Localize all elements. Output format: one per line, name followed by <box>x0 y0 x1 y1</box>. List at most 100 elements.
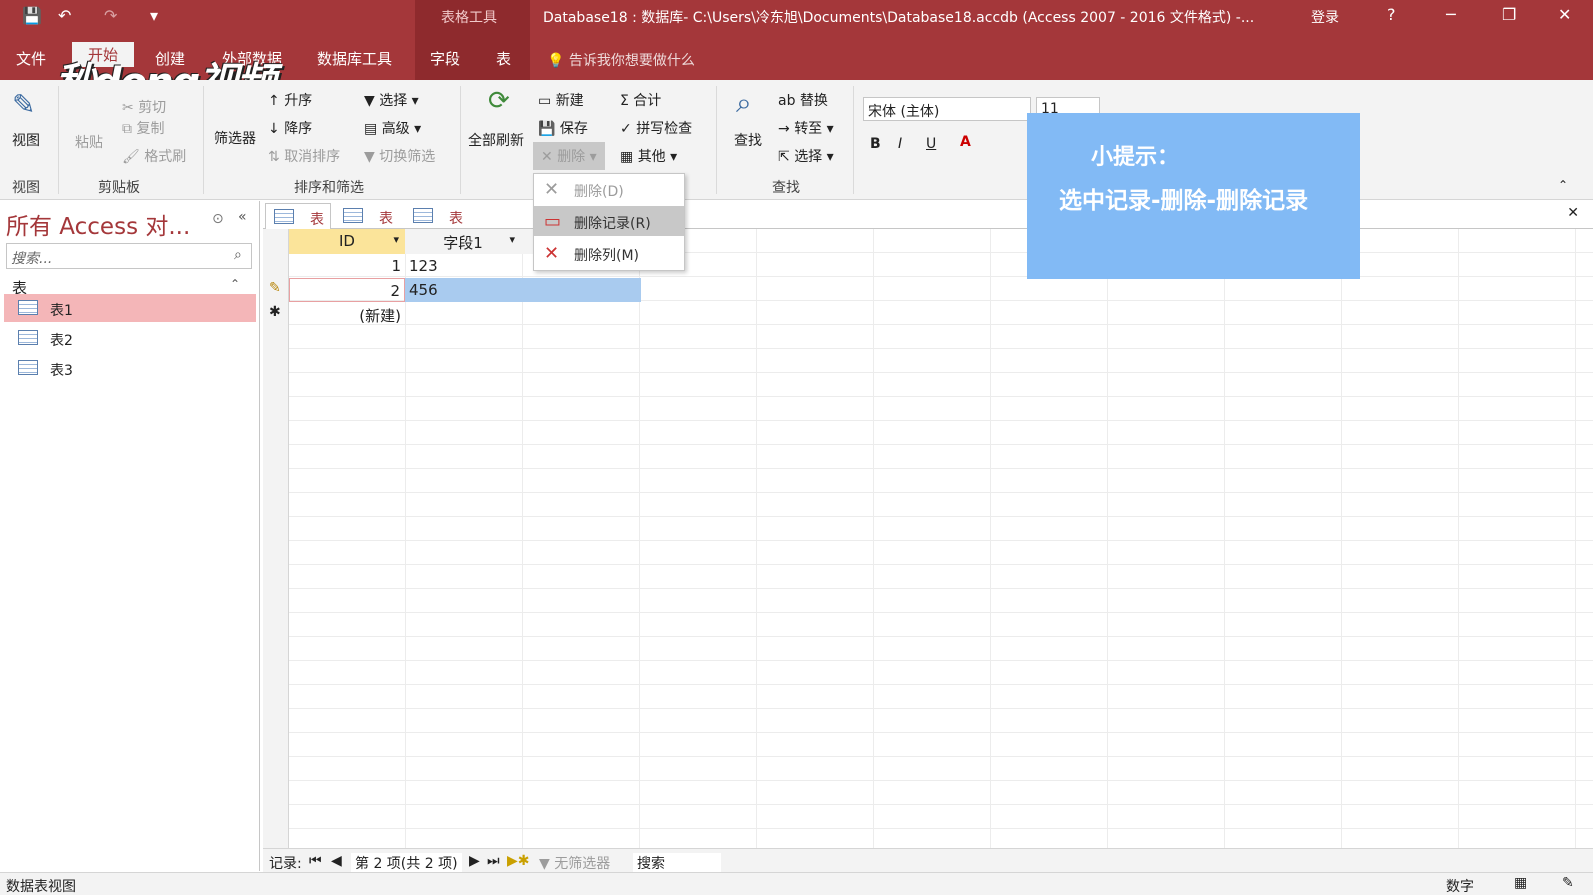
refresh-icon[interactable]: ⟳ <box>488 86 510 116</box>
nav-item-table3[interactable]: 表3 <box>4 354 256 382</box>
selection-button[interactable]: ▼ 选择 ▾ <box>364 90 419 110</box>
spellcheck-icon: ✓ <box>620 121 637 137</box>
goto-button[interactable]: → 转至 ▾ <box>778 118 834 138</box>
cell-id[interactable]: 2 <box>289 278 405 302</box>
view-button[interactable]: 视图 <box>12 130 40 150</box>
spelling-button[interactable]: ✓ 拼写检查 <box>620 118 692 138</box>
paste-button[interactable]: 粘贴 <box>75 132 103 152</box>
delete-record-menu-item[interactable]: ▭ 删除记录(R) <box>534 206 684 236</box>
chevron-down-icon[interactable]: ▾ <box>509 233 515 246</box>
tip-title: 小提示： <box>1091 145 1180 170</box>
delete-column-menu-item[interactable]: ✕ 删除列(M) <box>534 238 684 268</box>
group-divider <box>203 86 204 194</box>
clear-sort-button[interactable]: ⇅ 取消排序 <box>268 146 340 166</box>
customize-qat-icon[interactable]: ▾ <box>150 6 158 25</box>
spelling-label: 拼写检查 <box>636 121 693 137</box>
new-record-cell[interactable]: (新建) <box>289 302 405 326</box>
replace-icon: ab <box>778 93 800 109</box>
nav-item-table1[interactable]: 表1 <box>4 294 256 322</box>
help-button[interactable]: ? <box>1387 5 1396 24</box>
chevron-up-icon[interactable]: ⌃ <box>230 277 240 291</box>
collapse-pane-icon[interactable]: « <box>238 209 247 225</box>
tab-table1[interactable]: 表1 <box>265 203 331 245</box>
select-button[interactable]: ⇱ 选择 ▾ <box>778 146 834 166</box>
copy-button[interactable]: ⧉ 复制 <box>122 118 164 138</box>
datasheet-view-icon[interactable]: ▦ <box>1514 875 1527 891</box>
login-link[interactable]: 登录 <box>1311 7 1339 27</box>
nav-item-table2[interactable]: 表2 <box>4 324 256 352</box>
cell-empty[interactable] <box>521 278 641 302</box>
tab-table3[interactable]: 表3 <box>335 203 401 244</box>
underline-button[interactable]: U <box>926 136 936 152</box>
cell-id[interactable]: 1 <box>289 254 405 278</box>
font-name-select[interactable]: 宋体 (主体) <box>863 97 1031 121</box>
delete-label: 删除(D) <box>574 184 624 200</box>
record-search-input[interactable]: 搜索 <box>633 853 721 873</box>
column-header-id[interactable]: ID ▾ <box>289 229 405 254</box>
no-filter-indicator[interactable]: ▼ 无筛选器 <box>539 853 610 873</box>
undo-icon[interactable]: ↶ <box>58 6 71 25</box>
totals-button[interactable]: Σ 合计 <box>620 90 661 110</box>
totals-label: 合计 <box>633 93 662 109</box>
column-header-field1[interactable]: 字段1 ▾ <box>405 229 521 254</box>
nav-search-input[interactable]: 搜索... <box>6 243 252 269</box>
redo-icon[interactable]: ↷ <box>104 6 117 25</box>
chevron-down-icon[interactable]: ▾ <box>393 233 399 246</box>
delete-menu-item[interactable]: ✕ 删除(D) <box>534 174 684 204</box>
italic-button[interactable]: I <box>898 136 902 152</box>
arrow-right-icon: → <box>778 121 795 137</box>
sort-descending-button[interactable]: ↓ 降序 <box>268 118 312 138</box>
tab-file[interactable]: 文件 <box>16 48 46 69</box>
clear-sort-icon: ⇅ <box>268 149 285 165</box>
restore-button[interactable]: ❐ <box>1502 5 1516 24</box>
sort-ascending-button[interactable]: ↑ 升序 <box>268 90 312 110</box>
close-button[interactable]: ✕ <box>1558 5 1571 24</box>
group-divider <box>853 86 854 194</box>
cell-field1[interactable]: 123 <box>405 254 521 278</box>
delete-dropdown-button[interactable]: ✕ 删除 ▾ <box>533 142 605 170</box>
cell-field1[interactable]: 456 <box>405 278 521 302</box>
save-record-button[interactable]: 💾 保存 <box>538 118 588 138</box>
tab-database-tools[interactable]: 数据库工具 <box>317 48 392 69</box>
save-icon[interactable]: 💾 <box>22 6 42 25</box>
new-record-button[interactable]: ▭ 新建 <box>538 90 584 110</box>
sort-asc-icon: ↑ <box>268 93 285 109</box>
next-record-icon[interactable]: ▶ <box>469 853 480 869</box>
toggle-filter-button[interactable]: ▼ 切换筛选 <box>364 146 435 166</box>
tab-fields[interactable]: 字段 <box>430 48 460 69</box>
first-record-icon[interactable]: ⏮ <box>309 853 322 869</box>
navigation-pane: 所有 Access 对... ⊙ « 搜索... ⌕ 表 ⌃ 表1 表2 表3 <box>0 201 260 871</box>
advanced-filter-icon: ▤ <box>364 121 382 137</box>
title-bar: 💾 ↶ ↷ ▾ 表格工具 Database18 : 数据库- C:\Users\… <box>0 0 1593 80</box>
last-record-icon[interactable]: ⏭ <box>487 853 500 869</box>
bold-button[interactable]: B <box>870 136 881 152</box>
view-icon[interactable]: ✎ <box>12 88 35 121</box>
cut-button[interactable]: ✂ 剪切 <box>122 97 166 117</box>
advanced-button[interactable]: ▤ 高级 ▾ <box>364 118 421 138</box>
table-icon <box>18 330 38 345</box>
close-document-icon[interactable]: ✕ <box>1567 205 1579 221</box>
more-button[interactable]: ▦ 其他 ▾ <box>620 146 677 166</box>
delete-record-icon: ▭ <box>544 211 562 232</box>
record-position[interactable]: 第 2 项(共 2 项) <box>351 853 462 873</box>
tab-table2[interactable]: 表2 <box>405 203 471 244</box>
nav-dropdown-icon[interactable]: ⊙ <box>212 211 224 227</box>
tell-me-box[interactable]: 💡 告诉我你想要做什么 <box>547 50 695 70</box>
table-icon <box>274 209 294 224</box>
format-painter-button[interactable]: 🖌 格式刷 <box>122 146 186 166</box>
replace-button[interactable]: ab 替换 <box>778 90 828 110</box>
font-color-icon[interactable]: A <box>960 134 971 150</box>
minimize-button[interactable]: ─ <box>1446 5 1456 24</box>
tab-table[interactable]: 表 <box>496 48 511 69</box>
new-record-nav-icon[interactable]: ▶✱ <box>507 853 530 869</box>
refresh-all-button[interactable]: 全部刷新 <box>468 130 524 150</box>
search-icon[interactable]: ⌕ <box>234 247 242 263</box>
nav-pane-title[interactable]: 所有 Access 对... <box>6 207 190 241</box>
collapse-ribbon-icon[interactable]: ⌃ <box>1558 178 1568 192</box>
record-selector-column <box>263 229 289 848</box>
find-button[interactable]: 查找 <box>734 130 762 150</box>
design-view-icon[interactable]: ✎ <box>1562 875 1574 891</box>
filter-button[interactable]: 筛选器 <box>214 128 256 148</box>
magnifier-icon[interactable]: ⌕ <box>736 86 752 120</box>
prev-record-icon[interactable]: ◀ <box>331 853 342 869</box>
